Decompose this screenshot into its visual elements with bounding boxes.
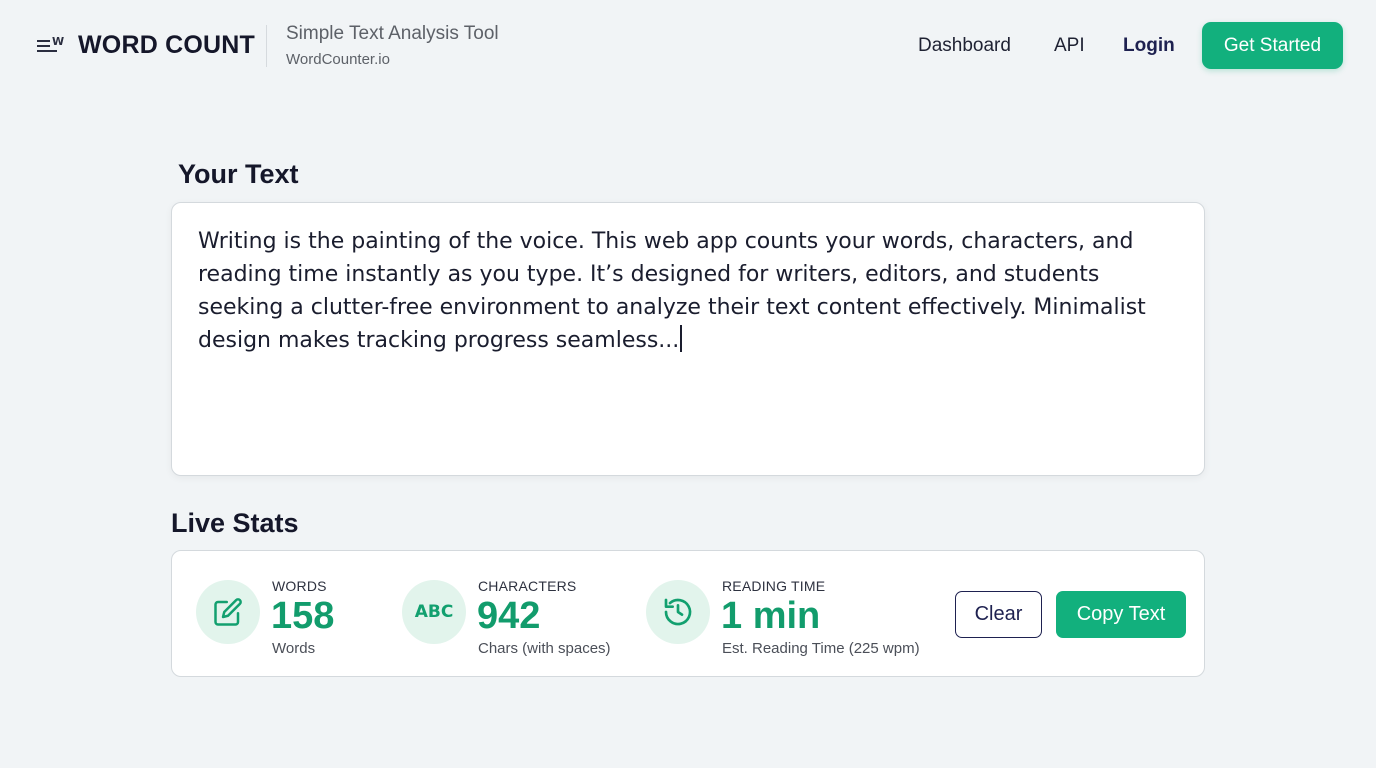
app-header: W WORD COUNT Simple Text Analysis Tool W… bbox=[0, 0, 1376, 92]
logo-icon: W bbox=[37, 35, 64, 52]
clock-history-icon bbox=[646, 580, 710, 644]
reading-time-value: 1 min bbox=[721, 595, 821, 637]
clear-button[interactable]: Clear bbox=[955, 591, 1042, 638]
text-content: Writing is the painting of the voice. Th… bbox=[198, 229, 1146, 353]
abc-icon-text: ABC bbox=[414, 602, 454, 622]
nav-dashboard-link[interactable]: Dashboard bbox=[918, 35, 1011, 57]
characters-value: 942 bbox=[477, 595, 541, 637]
logo-text[interactable]: WORD COUNT bbox=[78, 31, 255, 60]
characters-sub: Chars (with spaces) bbox=[478, 640, 611, 657]
nav-api-link[interactable]: API bbox=[1054, 35, 1085, 57]
edit-icon bbox=[196, 580, 260, 644]
abc-icon: ABC bbox=[402, 580, 466, 644]
copy-text-button[interactable]: Copy Text bbox=[1056, 591, 1186, 638]
header-divider bbox=[266, 25, 267, 67]
reading-time-sub: Est. Reading Time (225 wpm) bbox=[722, 640, 920, 657]
header-subtitle: Simple Text Analysis Tool bbox=[286, 23, 499, 44]
stats-section-title: Live Stats bbox=[171, 508, 299, 538]
text-input-area[interactable]: Writing is the painting of the voice. Th… bbox=[171, 202, 1205, 476]
words-value: 158 bbox=[271, 595, 335, 637]
nav-login-link[interactable]: Login bbox=[1123, 35, 1175, 57]
stats-card: WORDS 158 Words ABC CHARACTERS 942 Chars… bbox=[171, 550, 1205, 677]
header-domain: WordCounter.io bbox=[286, 51, 390, 68]
text-section-title: Your Text bbox=[178, 159, 299, 189]
text-caret bbox=[680, 325, 683, 352]
reading-time-label: READING TIME bbox=[722, 578, 826, 594]
words-label: WORDS bbox=[272, 578, 327, 594]
words-sub: Words bbox=[272, 640, 316, 657]
get-started-button[interactable]: Get Started bbox=[1202, 22, 1343, 69]
characters-label: CHARACTERS bbox=[478, 578, 577, 594]
svg-text:W: W bbox=[52, 35, 64, 48]
